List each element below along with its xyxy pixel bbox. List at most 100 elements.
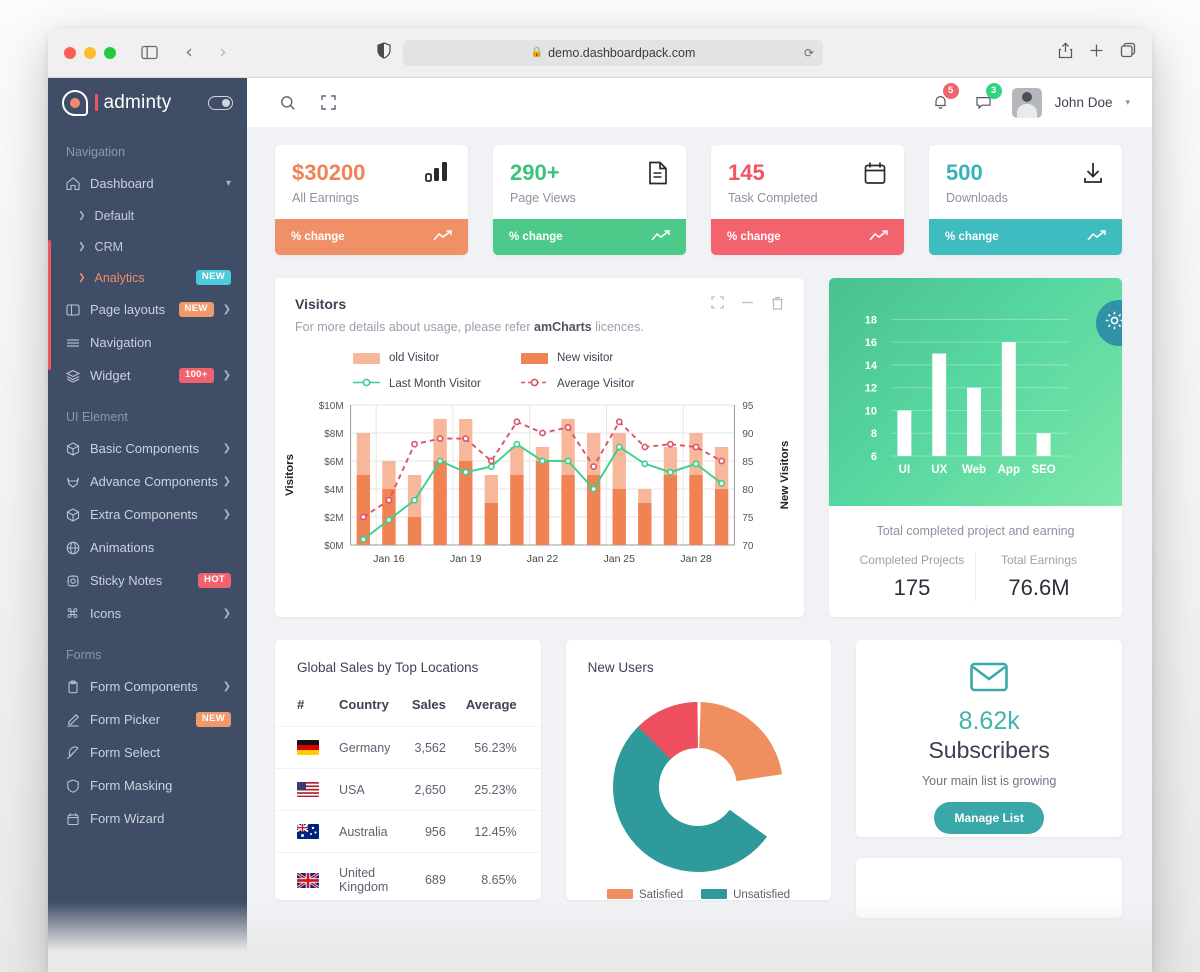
sidebar-item-navigation[interactable]: Navigation — [48, 326, 247, 359]
sidebar-item-label: Form Masking — [90, 778, 173, 793]
sidebar-item-form-masking[interactable]: Form Masking — [48, 769, 247, 802]
sidebar-subitem-label: Default — [94, 208, 135, 223]
message-count-badge: 3 — [985, 82, 1002, 99]
sidebar: adminty Navigation Dashboard ▾ ❯ Default… — [48, 78, 247, 972]
notifications-button[interactable]: 5 — [926, 82, 959, 118]
privacy-shield-icon[interactable] — [377, 41, 391, 64]
table-row[interactable]: United Kingdom 689 8.65% — [275, 852, 541, 901]
address-bar[interactable]: 🔒 demo.dashboardpack.com ⟳ — [403, 39, 823, 66]
stat-change-label: % change — [291, 231, 345, 244]
chart-legend: old Visitor Last Month Visitor New visit… — [275, 334, 804, 391]
card-title: Visitors — [295, 296, 347, 313]
legend-swatch — [521, 352, 548, 364]
sidebar-item-basic-components[interactable]: Basic Components ❯ — [48, 432, 247, 465]
flag-usa — [297, 782, 319, 798]
svg-text:$8M: $8M — [324, 429, 343, 440]
svg-text:70: 70 — [742, 541, 754, 552]
new-tab-icon[interactable] — [1089, 43, 1104, 63]
search-icon[interactable] — [271, 86, 305, 120]
flag-uk — [297, 872, 319, 888]
sidebar-item-label: Page layouts — [90, 302, 166, 317]
subscribers-card: 8.62k Subscribers Your main list is grow… — [856, 640, 1122, 838]
trash-icon[interactable] — [771, 296, 784, 315]
minimize-icon[interactable] — [741, 296, 754, 315]
sidebar-item-form-select[interactable]: Form Select — [48, 736, 247, 769]
table-row[interactable]: USA 2,650 25.23% — [275, 768, 541, 811]
user-name[interactable]: John Doe — [1055, 95, 1113, 110]
sidebar-collapse-toggle[interactable] — [208, 95, 233, 110]
legend-item-last-month-visitor[interactable]: Last Month Visitor — [353, 377, 521, 391]
visitors-chart[interactable]: $0M 70 $2M 75 $4M 80 $6M 85 $8M 90 $10M 95 Jan 16 Jan… — [275, 391, 804, 594]
sidebar-item-advance-components[interactable]: Advance Components ❯ — [48, 465, 247, 498]
chevron-right-icon: ❯ — [222, 608, 231, 619]
chevron-right-icon: ❯ — [222, 509, 231, 520]
flag-cell — [275, 768, 329, 811]
brand[interactable]: adminty — [48, 78, 247, 127]
visitors-card: Visitors For more details about usage, p… — [275, 278, 804, 618]
fullscreen-icon[interactable] — [711, 296, 724, 315]
sidebar-item-animations[interactable]: Animations — [48, 531, 247, 564]
sidebar-item-widget[interactable]: Widget 100+ ❯ — [48, 359, 247, 392]
lock-icon: 🔒 — [530, 47, 544, 58]
sidebar-item-form-components[interactable]: Form Components ❯ — [48, 670, 247, 703]
messages-button[interactable]: 3 — [969, 82, 1002, 118]
sidebar-subitem-default[interactable]: ❯ Default — [48, 200, 247, 231]
svg-text:$2M: $2M — [324, 513, 343, 524]
shield-icon — [66, 778, 86, 793]
chevron-down-icon[interactable]: ▾ — [1125, 97, 1130, 108]
browser-toolbar: ‹ › 🔒 demo.dashboardpack.com ⟳ — [48, 28, 1152, 78]
project-chart[interactable]: 6 8 10 12 14 16 18 UI UX Web App SEO — [829, 278, 1122, 507]
subtitle-post: licences. — [591, 320, 644, 335]
fullscreen-icon[interactable] — [311, 86, 345, 120]
logo-divider — [95, 94, 98, 111]
table-row[interactable]: Germany 3,562 56.23% — [275, 726, 541, 769]
stat-value: 145 — [728, 160, 765, 185]
sidebar-item-form-picker[interactable]: Form Picker NEW — [48, 703, 247, 736]
forward-button[interactable]: › — [210, 40, 236, 66]
stat-footer: % change — [275, 219, 468, 256]
sidebar-toggle-icon[interactable] — [136, 40, 162, 66]
legend-item-new-visitor[interactable]: New visitor — [521, 352, 689, 364]
stat-card-downloads[interactable]: 500 Downloads % change — [929, 145, 1122, 256]
legend-label: old Visitor — [389, 352, 440, 365]
minimize-window-button[interactable] — [84, 46, 96, 59]
avatar[interactable] — [1011, 87, 1042, 118]
dashboard-scroll-area: $30200 All Earnings % change 290+ Page V… — [247, 127, 1152, 972]
stat-card-all-earnings[interactable]: $30200 All Earnings % change — [275, 145, 468, 256]
legend-item-satisfied[interactable]: Satisfied — [606, 889, 683, 900]
calendar-icon — [66, 812, 86, 826]
sidebar-item-form-wizard[interactable]: Form Wizard — [48, 802, 247, 835]
sidebar-subitem-crm[interactable]: ❯ CRM — [48, 231, 247, 262]
table-row[interactable]: Australia 956 12.45% — [275, 810, 541, 853]
stat-card-page-views[interactable]: 290+ Page Views % change — [493, 145, 686, 256]
browser-window: ‹ › 🔒 demo.dashboardpack.com ⟳ adminty N… — [48, 28, 1152, 972]
clipboard-icon — [66, 679, 86, 694]
tab-overview-icon[interactable] — [1120, 42, 1136, 63]
close-window-button[interactable] — [64, 46, 76, 59]
chevron-right-icon: ❯ — [222, 681, 231, 692]
svg-text:Visitors: Visitors — [284, 454, 296, 496]
sidebar-item-page-layouts[interactable]: Page layouts NEW ❯ — [48, 293, 247, 326]
legend-item-old-visitor[interactable]: old Visitor — [353, 352, 521, 364]
sidebar-item-sticky-notes[interactable]: Sticky Notes HOT — [48, 564, 247, 597]
sidebar-subitem-analytics[interactable]: ❯ Analytics NEW — [48, 262, 247, 293]
sidebar-item-label: Advance Components — [90, 474, 218, 489]
sidebar-item-extra-components[interactable]: Extra Components ❯ — [48, 498, 247, 531]
stat-card-task-completed[interactable]: 145 Task Completed % change — [711, 145, 904, 256]
back-button[interactable]: ‹ — [176, 40, 202, 66]
legend-item-average-visitor[interactable]: Average Visitor — [521, 377, 689, 391]
svg-text:SEO: SEO — [1031, 464, 1055, 476]
svg-text:16: 16 — [865, 337, 877, 349]
amcharts-link[interactable]: amCharts — [534, 320, 592, 334]
legend-item-unsatisfied[interactable]: Unsatisfied — [701, 889, 790, 900]
share-icon[interactable] — [1058, 41, 1073, 64]
maximize-window-button[interactable] — [104, 46, 116, 59]
new-users-donut[interactable] — [566, 675, 832, 877]
sidebar-item-icons[interactable]: ⌘ Icons ❯ — [48, 597, 247, 630]
manage-list-button[interactable]: Manage List — [934, 802, 1044, 835]
column-header-average: Average — [465, 697, 517, 713]
reload-icon[interactable]: ⟳ — [804, 46, 814, 60]
window-controls[interactable] — [64, 46, 116, 59]
sidebar-item-dashboard[interactable]: Dashboard ▾ — [48, 167, 247, 200]
column-header-country: Country — [339, 697, 389, 713]
